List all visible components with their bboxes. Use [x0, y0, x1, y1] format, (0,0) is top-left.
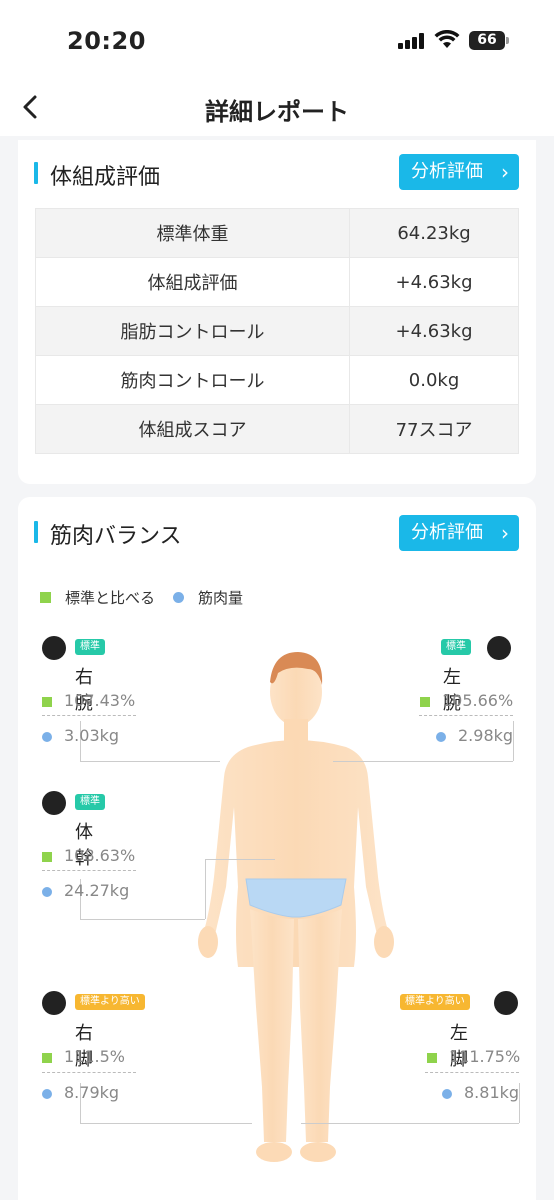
muscle-balance-card: 筋肉バランス 分析評価 › 標準と比べる 筋肉量 標準 右腕 107.43% 3… — [18, 497, 536, 1200]
part-kg-value: 24.27kg — [64, 881, 130, 900]
part-kg-value: 8.81kg — [464, 1083, 520, 1102]
standard-swatch — [420, 696, 430, 707]
composition-card: 体組成評価 分析評価 › 標準体重 64.23kg 体組成評価 +4.63kg … — [18, 140, 536, 484]
legend-muscle: 筋肉量 — [198, 589, 244, 607]
part-percent-value: 108.63% — [64, 846, 136, 865]
row-label: 体組成スコア — [34, 404, 351, 454]
connector-line — [80, 919, 205, 920]
page-title: 詳細レポート — [205, 98, 349, 126]
connector-line — [205, 859, 206, 919]
status-badge: 標準より高い — [400, 994, 470, 1010]
part-percent: 108.63% — [42, 846, 135, 865]
chevron-right-icon: › — [501, 160, 509, 184]
connector-line — [333, 761, 513, 762]
dashed-divider — [425, 1072, 519, 1073]
wifi-icon — [434, 30, 460, 48]
composition-section-title: 体組成評価 — [34, 159, 160, 191]
row-label: 標準体重 — [34, 208, 351, 258]
muscle-swatch — [442, 1088, 452, 1099]
standard-swatch — [42, 1052, 52, 1063]
connector-line — [513, 721, 514, 761]
battery-tip — [506, 37, 509, 44]
body-figure-illustration — [198, 652, 394, 1162]
status-badge: 標準 — [75, 639, 105, 655]
dashed-divider — [42, 1072, 136, 1073]
part-kg-value: 3.03kg — [64, 726, 120, 745]
arm-icon — [42, 636, 66, 660]
part-percent: 105.66% — [420, 691, 513, 710]
row-label: 筋肉コントロール — [34, 355, 351, 405]
balance-section-title: 筋肉バランス — [34, 518, 182, 550]
chart-legend: 標準と比べる 筋肉量 — [40, 587, 243, 608]
connector-line — [80, 761, 220, 762]
part-percent-value: 111.5% — [64, 1047, 126, 1066]
part-percent: 111.5% — [42, 1047, 125, 1066]
part-percent: 107.43% — [42, 691, 135, 710]
row-value: +4.63kg — [349, 257, 519, 307]
muscle-swatch — [42, 731, 52, 742]
dashed-divider — [419, 715, 513, 716]
table-row: 体組成評価 +4.63kg — [34, 257, 519, 307]
dashed-divider — [42, 870, 136, 871]
muscle-swatch — [436, 731, 446, 742]
trunk-icon — [42, 791, 66, 815]
standard-swatch — [42, 851, 52, 862]
cellular-signal-icon — [398, 33, 426, 49]
row-label: 体組成評価 — [34, 257, 351, 307]
standard-swatch — [427, 1052, 437, 1063]
muscle-swatch — [42, 886, 52, 897]
status-badge: 標準 — [441, 639, 471, 655]
leg-icon — [494, 991, 518, 1015]
chevron-right-icon: › — [501, 521, 509, 545]
part-kg: 8.81kg — [442, 1083, 519, 1102]
connector-line — [80, 1123, 252, 1124]
part-kg: 8.79kg — [42, 1083, 119, 1102]
part-percent-value: 105.66% — [442, 691, 514, 710]
status-bar: 20:20 66 — [0, 0, 554, 80]
row-value: +4.63kg — [349, 306, 519, 356]
connector-line — [205, 859, 275, 860]
muscle-swatch — [42, 1088, 52, 1099]
table-row: 標準体重 64.23kg — [34, 208, 519, 258]
muscle-legend-swatch — [173, 592, 185, 603]
battery-indicator: 66 — [469, 31, 505, 50]
part-kg: 24.27kg — [42, 881, 129, 900]
arm-icon — [487, 636, 511, 660]
nav-bar: 詳細レポート — [0, 80, 554, 136]
standard-legend-swatch — [40, 592, 51, 603]
legend-standard: 標準と比べる — [65, 589, 156, 607]
row-value: 64.23kg — [349, 208, 519, 258]
table-row: 脂肪コントロール +4.63kg — [34, 306, 519, 356]
dashed-divider — [42, 715, 136, 716]
composition-analyze-button[interactable]: 分析評価 › — [399, 154, 519, 190]
balance-analyze-button[interactable]: 分析評価 › — [399, 515, 519, 551]
table-row: 筋肉コントロール 0.0kg — [34, 355, 519, 405]
standard-swatch — [42, 696, 52, 707]
row-value: 0.0kg — [349, 355, 519, 405]
row-value: 77スコア — [349, 404, 519, 454]
leg-icon — [42, 991, 66, 1015]
composition-table: 標準体重 64.23kg 体組成評価 +4.63kg 脂肪コントロール +4.6… — [34, 208, 519, 454]
connector-line — [301, 1123, 519, 1124]
composition-analyze-label: 分析評価 — [411, 161, 483, 182]
part-kg: 2.98kg — [436, 726, 513, 745]
status-badge: 標準 — [75, 794, 105, 810]
row-label: 脂肪コントロール — [34, 306, 351, 356]
part-kg-value: 8.79kg — [64, 1083, 120, 1102]
balance-analyze-label: 分析評価 — [411, 522, 483, 543]
part-kg-value: 2.98kg — [458, 726, 514, 745]
status-badge: 標準より高い — [75, 994, 145, 1010]
table-row: 体組成スコア 77スコア — [34, 404, 519, 454]
connector-line — [519, 1083, 520, 1123]
status-time: 20:20 — [67, 27, 146, 55]
part-kg: 3.03kg — [42, 726, 119, 745]
part-percent-value: 107.43% — [64, 691, 136, 710]
part-percent-value: 111.75% — [449, 1047, 521, 1066]
part-percent: 111.75% — [427, 1047, 520, 1066]
